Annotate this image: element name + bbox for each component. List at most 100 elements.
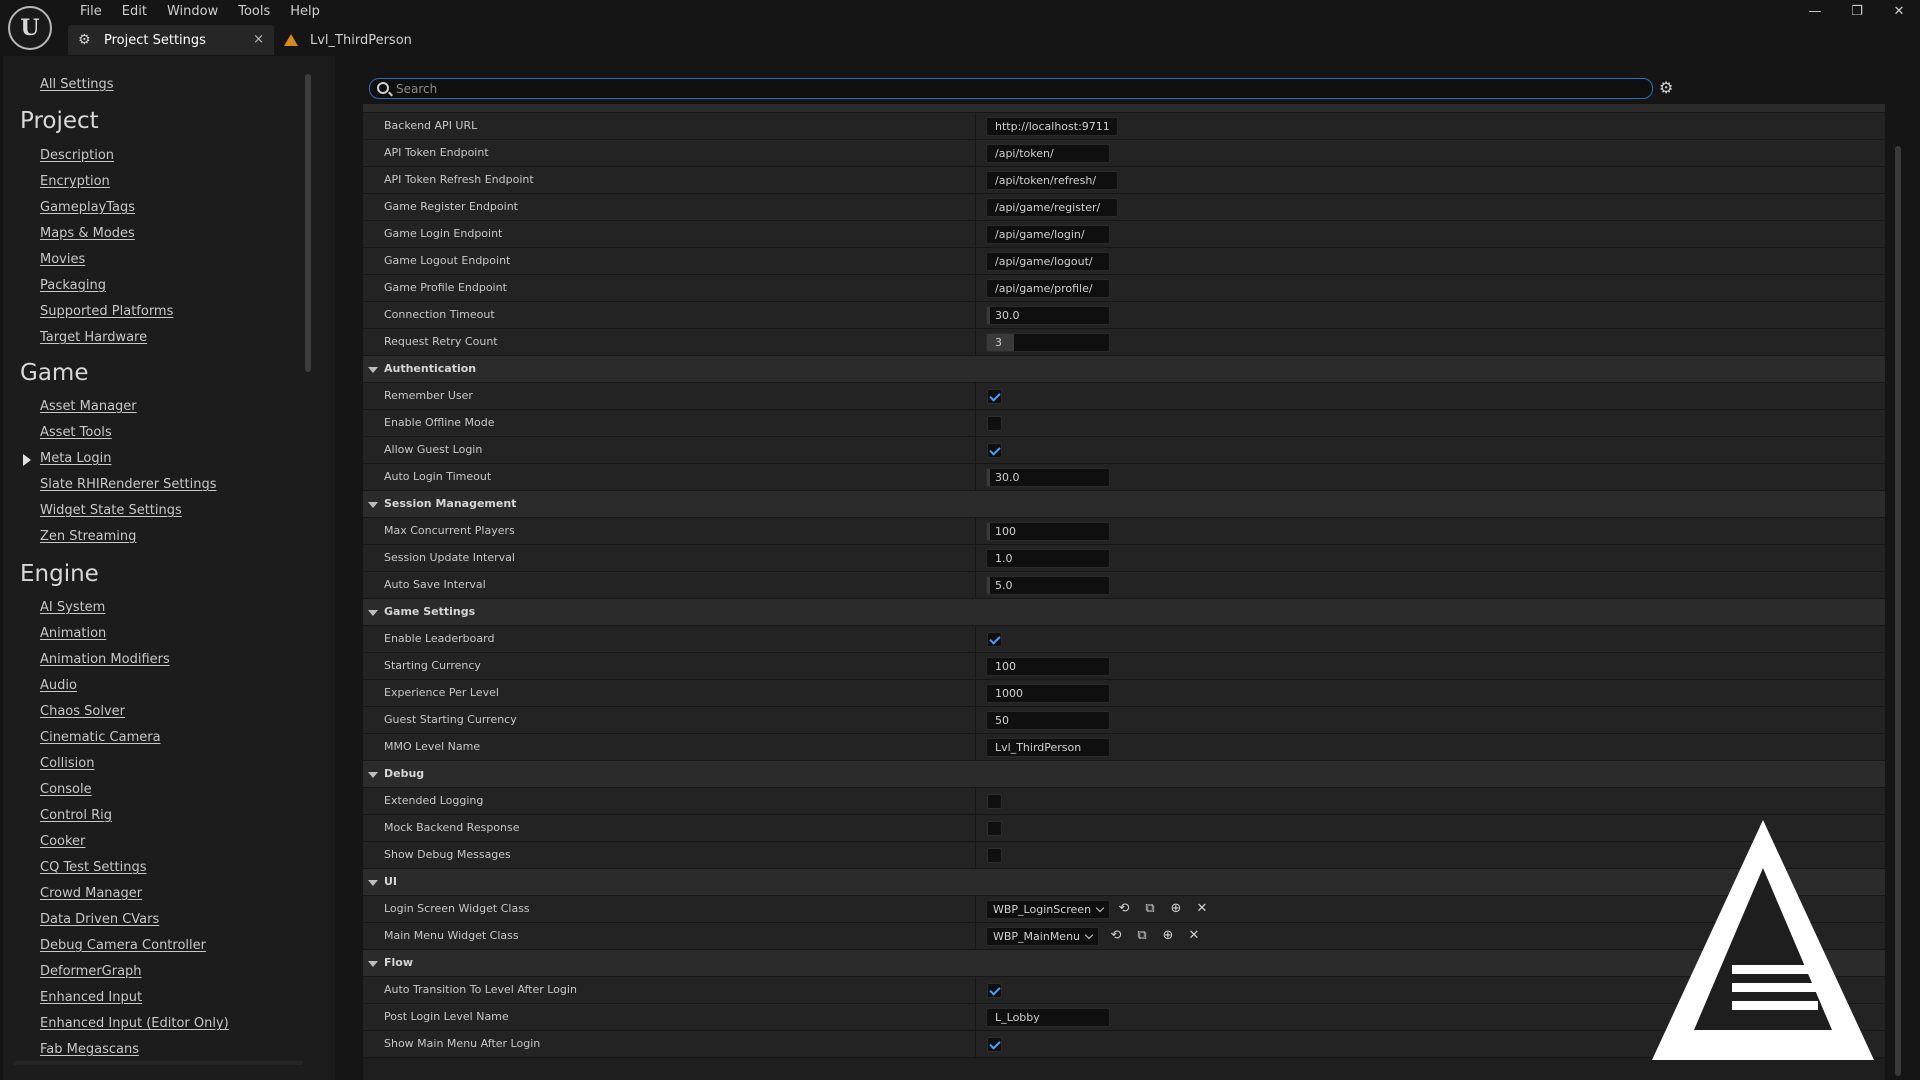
column-divider[interactable] [975, 302, 976, 329]
sidebar-item-enhanced-input[interactable]: Enhanced Input [40, 990, 142, 1005]
sidebar-item-asset-tools[interactable]: Asset Tools [40, 425, 112, 440]
sidebar-item-description[interactable]: Description [40, 148, 114, 163]
guest-starting-currency-spinbox[interactable]: 50 [986, 711, 1110, 730]
menu-file[interactable]: File [70, 3, 112, 21]
sidebar-item-fab-megascans[interactable]: Fab Megascans [40, 1042, 139, 1057]
enable-offline-mode-checkbox[interactable] [987, 416, 1002, 431]
sidebar-item-deformergraph[interactable]: DeformerGraph [40, 964, 142, 979]
details-scrollbar[interactable] [1895, 146, 1901, 1076]
sidebar-item-chaos-solver[interactable]: Chaos Solver [40, 704, 125, 719]
sidebar-item-zen-streaming[interactable]: Zen Streaming [40, 529, 136, 544]
sidebar-item-animation-modifiers[interactable]: Animation Modifiers [40, 652, 170, 667]
auto-transition-to-level-after-login-checkbox[interactable] [987, 983, 1002, 998]
session-update-interval-spinbox[interactable]: 1.0 [986, 549, 1110, 568]
use-selected-icon[interactable]: ⟲ [1108, 928, 1124, 944]
collapse-arrow-icon[interactable] [368, 880, 378, 886]
sidebar-item-packaging[interactable]: Packaging [40, 278, 106, 293]
sidebar-item-all-settings[interactable]: All Settings [40, 77, 114, 92]
tab-project-settings[interactable]: ⚙ Project Settings × [68, 25, 274, 55]
category-session[interactable]: Session Management [363, 491, 1885, 518]
sidebar-item-movies[interactable]: Movies [40, 252, 85, 267]
tab-level[interactable]: Lvl_ThirdPerson [284, 25, 412, 55]
connection-timeout-spinbox[interactable]: 30.0 [986, 306, 1110, 325]
column-divider[interactable] [975, 896, 976, 923]
restore-button[interactable]: ❐ [1836, 0, 1878, 22]
gear-icon[interactable]: ⚙ [1659, 79, 1673, 97]
remember-user-checkbox[interactable] [987, 389, 1002, 404]
column-divider[interactable] [975, 329, 976, 356]
extended-logging-checkbox[interactable] [987, 794, 1002, 809]
sidebar-item-crowd-manager[interactable]: Crowd Manager [40, 886, 142, 901]
column-divider[interactable] [975, 221, 976, 248]
sidebar-item-cooker[interactable]: Cooker [40, 834, 85, 849]
column-divider[interactable] [975, 1031, 976, 1058]
sidebar-item-maps-modes[interactable]: Maps & Modes [40, 226, 135, 241]
sidebar-item-audio[interactable]: Audio [40, 678, 77, 693]
sidebar-item-asset-manager[interactable]: Asset Manager [40, 399, 137, 414]
show-debug-messages-checkbox[interactable] [987, 848, 1002, 863]
sidebar-item-cq-test-settings[interactable]: CQ Test Settings [40, 860, 147, 875]
collapse-arrow-icon[interactable] [368, 610, 378, 616]
sidebar-item-collision[interactable]: Collision [40, 756, 94, 771]
column-divider[interactable] [975, 275, 976, 302]
column-divider[interactable] [975, 842, 976, 869]
sidebar-item-animation[interactable]: Animation [40, 626, 106, 641]
api-token-refresh-endpoint-input[interactable]: /api/token/refresh/ [986, 171, 1118, 190]
menu-window[interactable]: Window [157, 3, 228, 21]
search-input[interactable] [396, 80, 1636, 98]
sidebar-item-supported-platforms[interactable]: Supported Platforms [40, 304, 173, 319]
browse-icon[interactable]: ⧉ [1142, 901, 1158, 917]
category-debug[interactable]: Debug [363, 761, 1885, 788]
clear-icon[interactable]: ✕ [1186, 928, 1202, 944]
column-divider[interactable] [975, 923, 976, 950]
menu-help[interactable]: Help [280, 3, 330, 21]
auto-save-interval-spinbox[interactable]: 5.0 [986, 576, 1110, 595]
sidebar-horizontal-scrollbar[interactable] [13, 1061, 303, 1065]
sidebar-item-console[interactable]: Console [40, 782, 92, 797]
minimize-button[interactable]: — [1794, 0, 1836, 22]
unreal-logo-icon[interactable]: U [8, 6, 52, 50]
starting-currency-spinbox[interactable]: 100 [986, 657, 1110, 676]
sidebar-item-cinematic-camera[interactable]: Cinematic Camera [40, 730, 161, 745]
column-divider[interactable] [975, 464, 976, 491]
column-divider[interactable] [975, 653, 976, 680]
sidebar-item-ai-system[interactable]: AI System [40, 600, 105, 615]
category-game[interactable]: Game Settings [363, 599, 1885, 626]
max-concurrent-players-spinbox[interactable]: 100 [986, 522, 1110, 541]
column-divider[interactable] [975, 545, 976, 572]
sidebar-item-gameplaytags[interactable]: GameplayTags [40, 200, 135, 215]
experience-per-level-spinbox[interactable]: 1000 [986, 684, 1110, 703]
expand-arrow-icon[interactable] [23, 454, 31, 466]
column-divider[interactable] [975, 248, 976, 275]
enable-leaderboard-checkbox[interactable] [987, 632, 1002, 647]
request-retry-count-spinbox[interactable]: 3 [986, 333, 1110, 352]
mmo-level-name-input[interactable]: Lvl_ThirdPerson [986, 738, 1110, 757]
sidebar-item-data-driven-cvars[interactable]: Data Driven CVars [40, 912, 159, 927]
browse-icon[interactable]: ⧉ [1134, 928, 1150, 944]
login-screen-widget-class-dropdown[interactable]: WBP_LoginScreen [986, 900, 1111, 919]
clear-icon[interactable]: ✕ [1194, 901, 1210, 917]
game-logout-endpoint-input[interactable]: /api/game/logout/ [986, 252, 1110, 271]
column-divider[interactable] [975, 680, 976, 707]
use-selected-icon[interactable]: ⟲ [1116, 901, 1132, 917]
mock-backend-response-checkbox[interactable] [987, 821, 1002, 836]
column-divider[interactable] [975, 167, 976, 194]
column-divider[interactable] [975, 518, 976, 545]
column-divider[interactable] [975, 140, 976, 167]
game-login-endpoint-input[interactable]: /api/game/login/ [986, 225, 1110, 244]
show-main-menu-after-login-checkbox[interactable] [987, 1037, 1002, 1052]
add-icon[interactable]: ⊕ [1168, 901, 1184, 917]
auto-login-timeout-spinbox[interactable]: 30.0 [986, 468, 1110, 487]
collapse-arrow-icon[interactable] [368, 367, 378, 373]
sidebar-item-slate-rhirenderer-settings[interactable]: Slate RHIRenderer Settings [40, 477, 217, 492]
category-backend-connection[interactable] [363, 104, 1885, 113]
column-divider[interactable] [975, 383, 976, 410]
column-divider[interactable] [975, 707, 976, 734]
sidebar-item-widget-state-settings[interactable]: Widget State Settings [40, 503, 182, 518]
game-register-endpoint-input[interactable]: /api/game/register/ [986, 198, 1118, 217]
category-authentication[interactable]: Authentication [363, 356, 1885, 383]
column-divider[interactable] [975, 626, 976, 653]
post-login-level-name-input[interactable]: L_Lobby [986, 1008, 1110, 1027]
close-tab-button[interactable]: × [253, 32, 264, 47]
column-divider[interactable] [975, 788, 976, 815]
